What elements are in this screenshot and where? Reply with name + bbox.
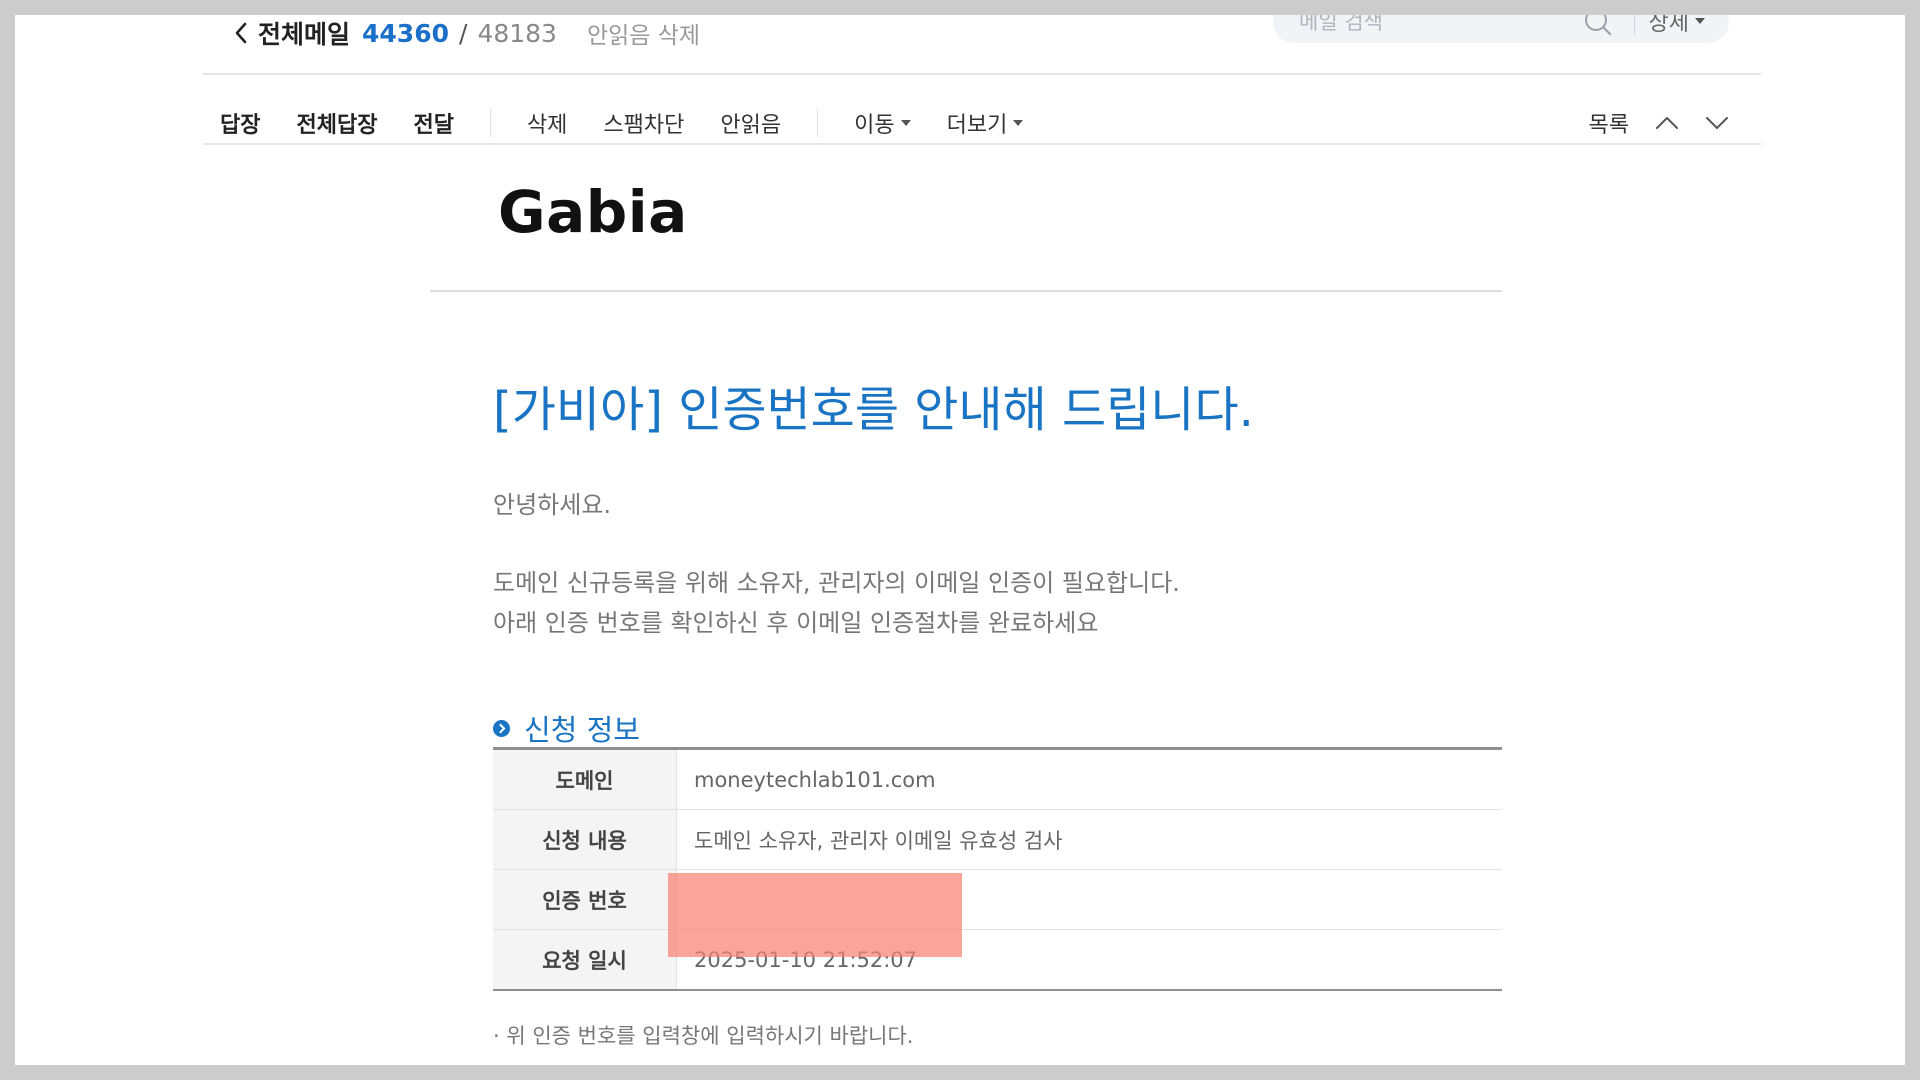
unread-count: 44360 [362,18,449,48]
request-info-table: 도메인 moneytechlab101.com 신청 내용 도메인 소유자, 관… [493,747,1502,991]
row-label: 요청 일시 [493,929,677,990]
search-input[interactable] [1297,15,1581,35]
toolbar-divider-line [203,143,1761,145]
folder-name: 전체메일 [258,20,351,49]
caret-down-icon [1013,120,1024,126]
move-menu-button[interactable]: 이동 [854,107,911,139]
back-to-folder-link[interactable]: 전체메일 44360 / 48183 안읽음 삭제 [234,15,700,51]
mail-view: 전체메일 44360 / 48183 안읽음 삭제 상세 답장 전체답장 전달 … [15,15,1905,1065]
previous-mail-button[interactable] [1655,116,1679,130]
count-separator: / [459,18,468,48]
section-title: 신청 정보 [524,713,640,747]
table-row: 신청 내용 도메인 소유자, 관리자 이메일 유효성 검사 [493,809,1502,870]
reply-all-button[interactable]: 전체답장 [296,107,377,139]
header-divider [203,73,1761,75]
row-value: moneytechlab101.com [676,748,1502,810]
more-menu-button[interactable]: 더보기 [947,107,1024,139]
section-heading: 신청 정보 [493,707,640,749]
instruction-line: 아래 인증 번호를 확인하신 후 이메일 인증절차를 완료하세요 [493,609,1099,637]
mark-unread-button[interactable]: 안읽음 [720,107,781,139]
mail-toolbar: 답장 전체답장 전달 삭제 스팸차단 안읽음 이동 더보기 목록 [220,88,1745,158]
row-label: 도메인 [493,748,677,810]
move-label: 이동 [854,113,895,138]
search-divider [1634,15,1635,35]
mail-header: 전체메일 44360 / 48183 안읽음 삭제 상세 [220,15,1745,73]
chevron-left-icon [235,22,247,44]
next-mail-button[interactable] [1705,116,1729,130]
instruction-line: 도메인 신규등록을 위해 소유자, 관리자의 이메일 인증이 필요합니다. [493,569,1180,597]
reply-button[interactable]: 답장 [220,107,260,139]
caret-down-icon [1695,18,1705,24]
table-row: 인증 번호 [493,869,1502,930]
circle-arrow-icon [493,719,510,737]
mail-title: [가비아] 인증번호를 안내해 드립니다. [493,382,1254,438]
instruction-note: · 위 인증 번호를 입력창에 입력하시기 바랍니다. [493,1024,914,1048]
toolbar-navigation: 목록 [1589,88,1729,158]
instruction-text: 도메인 신규등록을 위해 소유자, 관리자의 이메일 인증이 필요합니다. 아래… [493,563,1180,643]
row-value: 도메인 소유자, 관리자 이메일 유효성 검사 [676,809,1502,870]
spam-block-button[interactable]: 스팸차단 [603,107,684,139]
row-label: 인증 번호 [493,869,677,930]
table-row: 도메인 moneytechlab101.com [493,748,1502,810]
toolbar-divider [489,109,491,137]
search-icon[interactable] [1583,15,1613,37]
row-label: 신청 내용 [493,809,677,870]
table-row: 요청 일시 2025-01-10 21:52:07 [493,929,1502,990]
list-button[interactable]: 목록 [1589,107,1629,139]
total-count: 48183 [477,18,557,48]
redaction-overlay [668,873,962,957]
chevron-down-icon [1706,117,1728,129]
mail-search-box: 상세 [1273,15,1729,43]
more-label: 더보기 [946,113,1008,138]
forward-button[interactable]: 전달 [413,107,453,139]
caret-down-icon [900,120,911,126]
chevron-up-icon [1656,117,1678,129]
greeting-text: 안녕하세요. [493,491,612,519]
brand-divider [430,290,1502,292]
delete-button[interactable]: 삭제 [527,107,567,139]
delete-unread-button[interactable]: 안읽음 삭제 [587,16,700,50]
brand-logo: Gabia [498,178,688,246]
detail-search-button[interactable]: 상세 [1649,15,1705,37]
detail-search-label: 상세 [1648,15,1689,36]
toolbar-divider [817,109,819,137]
